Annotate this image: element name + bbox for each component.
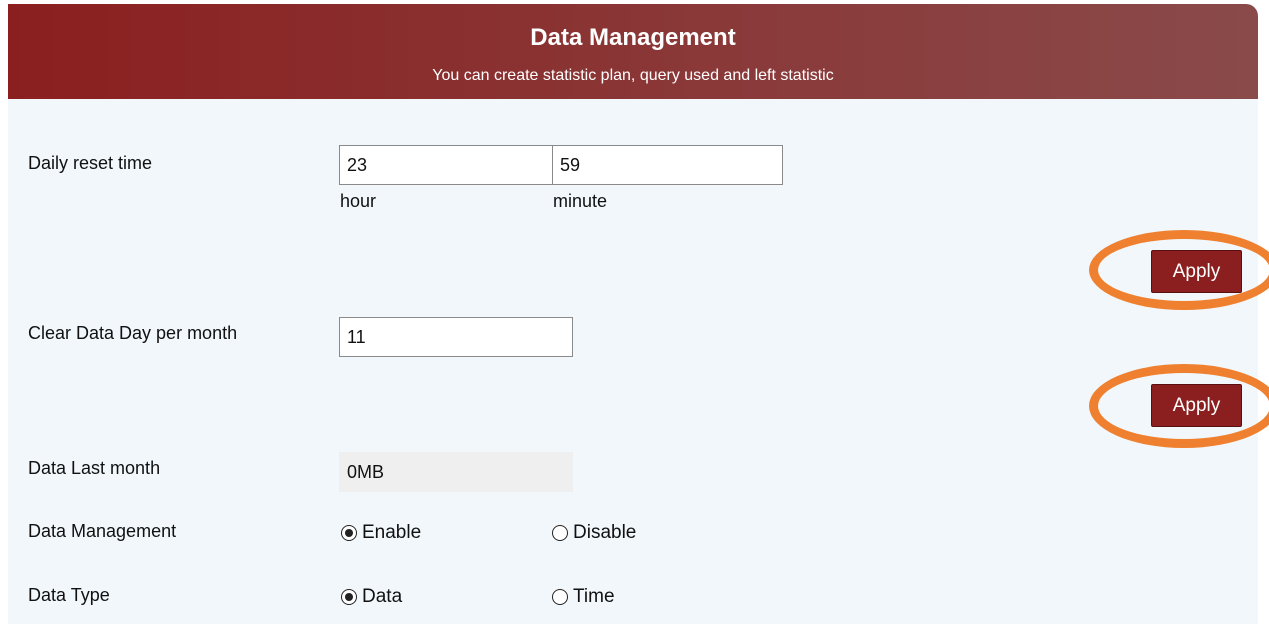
radio-time[interactable]: Time [552,586,615,608]
apply-reset-time-button[interactable]: Apply [1151,250,1242,293]
daily-reset-label: Daily reset time [28,153,153,173]
radio-enable[interactable]: Enable [341,522,421,544]
page-title: Data Management [530,24,736,51]
last-month-label: Data Last month [28,458,161,478]
radio-disable-indicator[interactable] [552,525,568,541]
clear-day-label: Clear Data Day per month [28,323,238,343]
page-subtitle: You can create statistic plan, query use… [432,67,834,84]
hour-caption: hour [340,191,377,211]
radio-data-indicator[interactable] [341,589,357,605]
page: Data Management You can create statistic… [0,0,1269,624]
last-month-value [339,452,573,492]
clear-day-input[interactable] [339,317,573,357]
radio-disable[interactable]: Disable [552,522,636,544]
data-type-label: Data Type [28,585,110,605]
minute-input[interactable] [552,145,783,185]
data-management-label: Data Management [28,521,177,541]
apply-clear-day-button[interactable]: Apply [1151,384,1242,427]
radio-time-label: Time [573,586,615,607]
minute-caption: minute [553,191,608,211]
radio-data[interactable]: Data [341,586,402,608]
radio-enable-indicator[interactable] [341,525,357,541]
hour-input[interactable] [339,145,553,185]
radio-disable-label: Disable [573,522,637,543]
radio-time-indicator[interactable] [552,589,568,605]
page-header: Data Management You can create statistic… [8,4,1258,99]
radio-data-label: Data [362,586,403,607]
radio-enable-label: Enable [362,522,422,543]
